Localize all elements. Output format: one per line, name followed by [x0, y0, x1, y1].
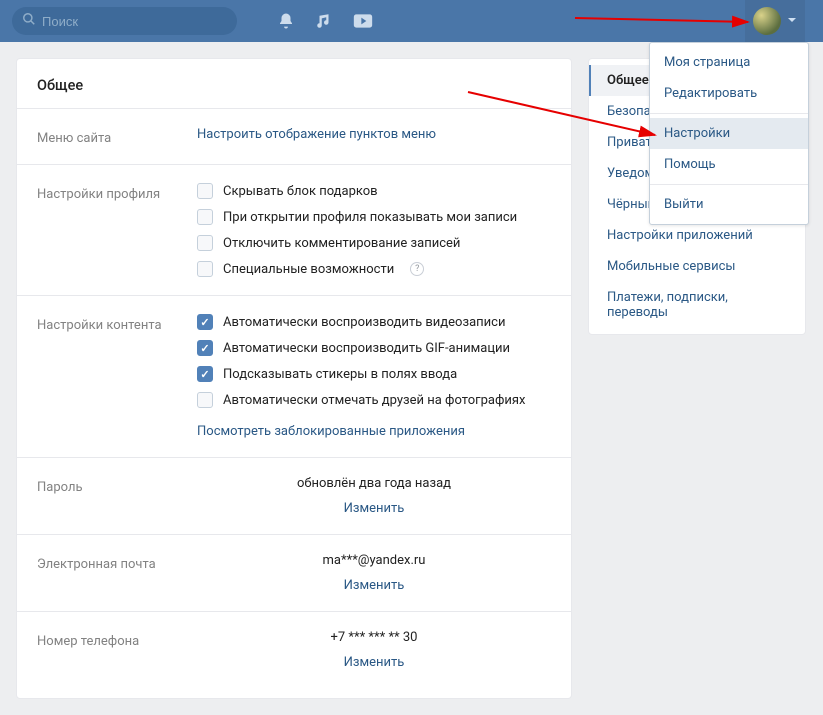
- avatar: [753, 7, 781, 35]
- chevron-down-icon: [787, 15, 797, 28]
- checkbox-icon: [197, 261, 213, 277]
- card-header: Общее: [17, 59, 571, 109]
- checkbox-autoplay-video[interactable]: Автоматически воспроизводить видеозаписи: [197, 314, 551, 330]
- checkbox-icon: [197, 183, 213, 199]
- section-content-settings: Настройки контента Автоматически воспрои…: [17, 296, 571, 458]
- settings-card: Общее Меню сайта Настроить отображение п…: [16, 58, 572, 699]
- checkbox-tag-friends[interactable]: Автоматически отмечать друзей на фотогра…: [197, 392, 551, 408]
- phone-value: +7 *** *** ** 30: [331, 630, 418, 645]
- section-phone: Номер телефона +7 *** *** ** 30 Изменить: [17, 612, 571, 688]
- checkbox-icon: [197, 340, 213, 356]
- dropdown-divider: [650, 184, 808, 185]
- help-icon[interactable]: ?: [410, 262, 424, 276]
- profile-dropdown: Моя страница Редактировать Настройки Пом…: [649, 42, 809, 225]
- profile-menu-trigger[interactable]: [745, 0, 805, 42]
- section-profile-settings: Настройки профиля Скрывать блок подарков…: [17, 165, 571, 296]
- section-email: Электронная почта ma***@yandex.ru Измени…: [17, 535, 571, 612]
- checkbox-autoplay-gif[interactable]: Автоматически воспроизводить GIF-анимаци…: [197, 340, 551, 356]
- checkbox-show-my-posts[interactable]: При открытии профиля показывать мои запи…: [197, 209, 551, 225]
- section-password: Пароль обновлён два года назад Изменить: [17, 458, 571, 535]
- checkbox-label: Подсказывать стикеры в полях ввода: [223, 367, 457, 382]
- topbar: [0, 0, 823, 42]
- blocked-apps-link[interactable]: Посмотреть заблокированные приложения: [197, 424, 551, 439]
- search-box[interactable]: [12, 7, 237, 35]
- checkbox-icon: [197, 209, 213, 225]
- checkbox-icon: [197, 366, 213, 382]
- section-label: Электронная почта: [37, 553, 197, 593]
- checkbox-label: Автоматически воспроизводить GIF-анимаци…: [223, 341, 510, 356]
- dropdown-my-page[interactable]: Моя страница: [650, 47, 808, 78]
- checkbox-label: Автоматически отмечать друзей на фотогра…: [223, 393, 525, 408]
- dropdown-settings[interactable]: Настройки: [650, 118, 808, 149]
- section-label: Пароль: [37, 476, 197, 516]
- search-icon: [22, 12, 36, 30]
- section-site-menu: Меню сайта Настроить отображение пунктов…: [17, 109, 571, 165]
- change-password-link[interactable]: Изменить: [344, 501, 405, 516]
- dropdown-help[interactable]: Помощь: [650, 149, 808, 180]
- topbar-icons: [277, 12, 373, 30]
- dropdown-logout[interactable]: Выйти: [650, 189, 808, 220]
- music-icon[interactable]: [315, 12, 333, 30]
- checkbox-icon: [197, 235, 213, 251]
- search-input[interactable]: [42, 14, 212, 29]
- checkbox-icon: [197, 392, 213, 408]
- checkbox-label: Специальные возможности: [223, 262, 394, 277]
- checkbox-disable-comments[interactable]: Отключить комментирование записей: [197, 235, 551, 251]
- checkbox-accessibility[interactable]: Специальные возможности ?: [197, 261, 551, 277]
- section-label: Номер телефона: [37, 630, 197, 670]
- video-icon[interactable]: [353, 13, 373, 29]
- sidenav-payments[interactable]: Платежи, подписки, переводы: [589, 282, 805, 328]
- password-status: обновлён два года назад: [297, 476, 451, 491]
- checkbox-label: Скрывать блок подарков: [223, 184, 378, 199]
- change-email-link[interactable]: Изменить: [344, 578, 405, 593]
- checkbox-icon: [197, 314, 213, 330]
- checkbox-suggest-stickers[interactable]: Подсказывать стикеры в полях ввода: [197, 366, 551, 382]
- change-phone-link[interactable]: Изменить: [344, 655, 405, 670]
- dropdown-divider: [650, 113, 808, 114]
- dropdown-edit[interactable]: Редактировать: [650, 78, 808, 109]
- configure-menu-link[interactable]: Настроить отображение пунктов меню: [197, 127, 551, 142]
- section-label: Настройки профиля: [37, 183, 197, 277]
- sidenav-mobile[interactable]: Мобильные сервисы: [589, 251, 805, 282]
- bell-icon[interactable]: [277, 12, 295, 30]
- section-label: Настройки контента: [37, 314, 197, 439]
- checkbox-label: При открытии профиля показывать мои запи…: [223, 210, 517, 225]
- checkbox-label: Автоматически воспроизводить видеозаписи: [223, 315, 505, 330]
- section-label: Меню сайта: [37, 127, 197, 146]
- checkbox-label: Отключить комментирование записей: [223, 236, 460, 251]
- checkbox-hide-gifts[interactable]: Скрывать блок подарков: [197, 183, 551, 199]
- email-value: ma***@yandex.ru: [323, 553, 426, 568]
